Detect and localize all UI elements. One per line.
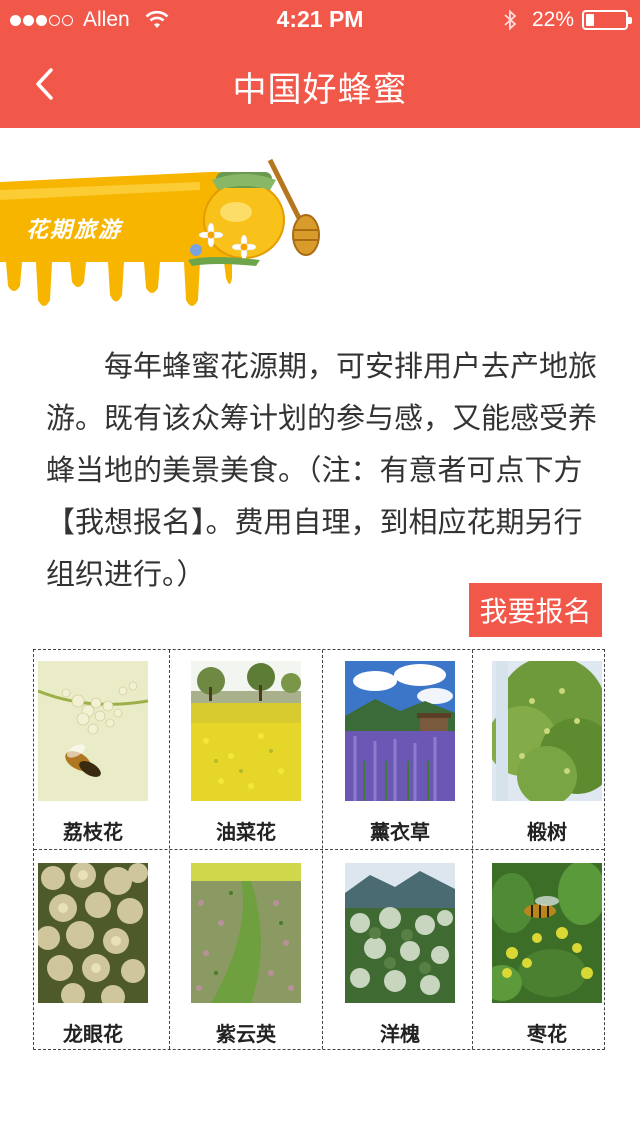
flower-name: 荔枝花 (63, 820, 123, 844)
longan-flower-photo (38, 863, 148, 1003)
section-banner: 花期旅游 (0, 150, 340, 315)
linden-tree-photo (492, 661, 602, 801)
flower-name: 椴树 (527, 820, 567, 844)
signup-button[interactable]: 我要报名 (469, 583, 602, 637)
milk-vetch-photo (191, 863, 301, 1003)
page-title: 中国好蜂蜜 (232, 70, 408, 110)
flower-name: 洋槐 (380, 1022, 420, 1046)
black-locust-photo (345, 863, 455, 1003)
jujube-flower-photo (492, 863, 602, 1003)
flower-name: 薰衣草 (370, 820, 430, 844)
navigation-bar: 中国好蜂蜜 (0, 40, 640, 128)
flower-grid: 荔枝花 油菜花 薰衣草 椴树 龙眼花 紫云英 洋槐 枣花 (33, 649, 605, 1050)
battery-icon (582, 10, 632, 30)
battery-percentage: 22% (531, 8, 574, 31)
flower-name: 龙眼花 (63, 1022, 123, 1046)
flower-name: 紫云英 (216, 1022, 276, 1046)
intro-paragraph: 每年蜂蜜花源期，可安排用户去产地旅游。既有该众筹计划的参与感，又能感受养蜂当地的… (46, 349, 598, 591)
banner-label: 花期旅游 (26, 218, 123, 243)
bluetooth-icon (504, 9, 517, 31)
rapeseed-flower-photo (191, 661, 301, 801)
lavender-photo (345, 661, 455, 801)
flower-name: 枣花 (527, 1022, 567, 1046)
lychee-flower-photo (38, 661, 148, 801)
status-bar: Allen 4:21 PM 22% (0, 0, 640, 40)
flower-name: 油菜花 (216, 820, 276, 844)
